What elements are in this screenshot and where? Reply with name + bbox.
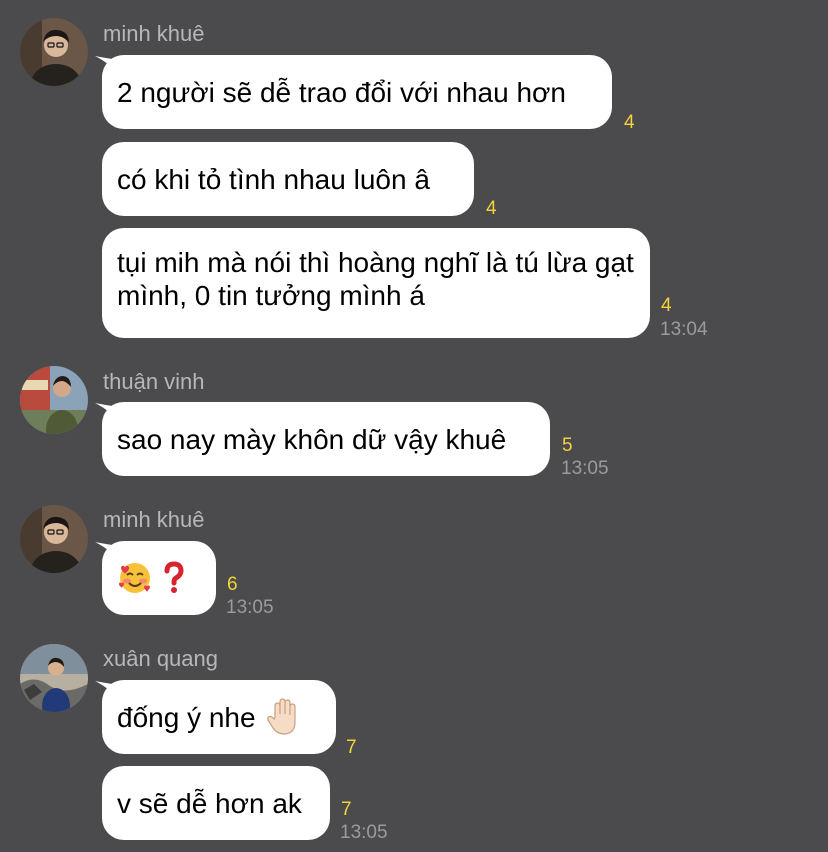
message-timestamp: 13:04 — [660, 319, 708, 340]
unread-count: 4 — [661, 295, 672, 316]
message-text: tụi mih mà nói thì hoàng nghĩ là tú lừa … — [117, 247, 634, 311]
message-timestamp: 13:05 — [340, 822, 388, 843]
raised-hand-icon — [266, 697, 304, 737]
message-bubble[interactable] — [102, 541, 216, 615]
sender-name: minh khuê — [103, 21, 205, 46]
sender-name: thuận vinh — [103, 369, 205, 394]
message-text: v sẽ dễ hơn ak — [117, 787, 302, 819]
message-timestamp: 13:05 — [561, 458, 609, 479]
red-question-mark-icon — [163, 561, 185, 595]
message-bubble[interactable]: sao nay mày khôn dữ vậy khuê — [102, 402, 550, 476]
unread-count: 6 — [227, 574, 238, 595]
message-bubble[interactable]: tụi mih mà nói thì hoàng nghĩ là tú lừa … — [102, 228, 650, 338]
unread-count: 7 — [341, 799, 352, 820]
avatar-minh-khue[interactable] — [20, 505, 88, 573]
avatar-minh-khue[interactable] — [20, 18, 88, 86]
unread-count: 7 — [346, 737, 357, 758]
unread-count: 4 — [486, 198, 497, 219]
smiling-face-with-hearts-icon — [117, 560, 153, 596]
avatar-thuan-vinh[interactable] — [20, 366, 88, 434]
message-text: có khi tỏ tình nhau luôn â — [117, 163, 430, 195]
sender-name: minh khuê — [103, 507, 205, 532]
message-text: 2 người sẽ dễ trao đổi với nhau hơn — [117, 76, 566, 108]
message-bubble[interactable]: 2 người sẽ dễ trao đổi với nhau hơn — [102, 55, 612, 129]
message-text: sao nay mày khôn dữ vậy khuê — [117, 423, 507, 455]
message-bubble[interactable]: đống ý nhe — [102, 680, 336, 754]
sender-name: xuân quang — [103, 646, 218, 671]
avatar-xuan-quang[interactable] — [20, 644, 88, 712]
message-bubble[interactable]: v sẽ dễ hơn ak — [102, 766, 330, 840]
message-timestamp: 13:05 — [226, 597, 274, 618]
message-bubble[interactable]: có khi tỏ tình nhau luôn â — [102, 142, 474, 216]
message-text: đống ý nhe — [117, 701, 256, 733]
unread-count: 5 — [562, 435, 573, 456]
unread-count: 4 — [624, 112, 635, 133]
